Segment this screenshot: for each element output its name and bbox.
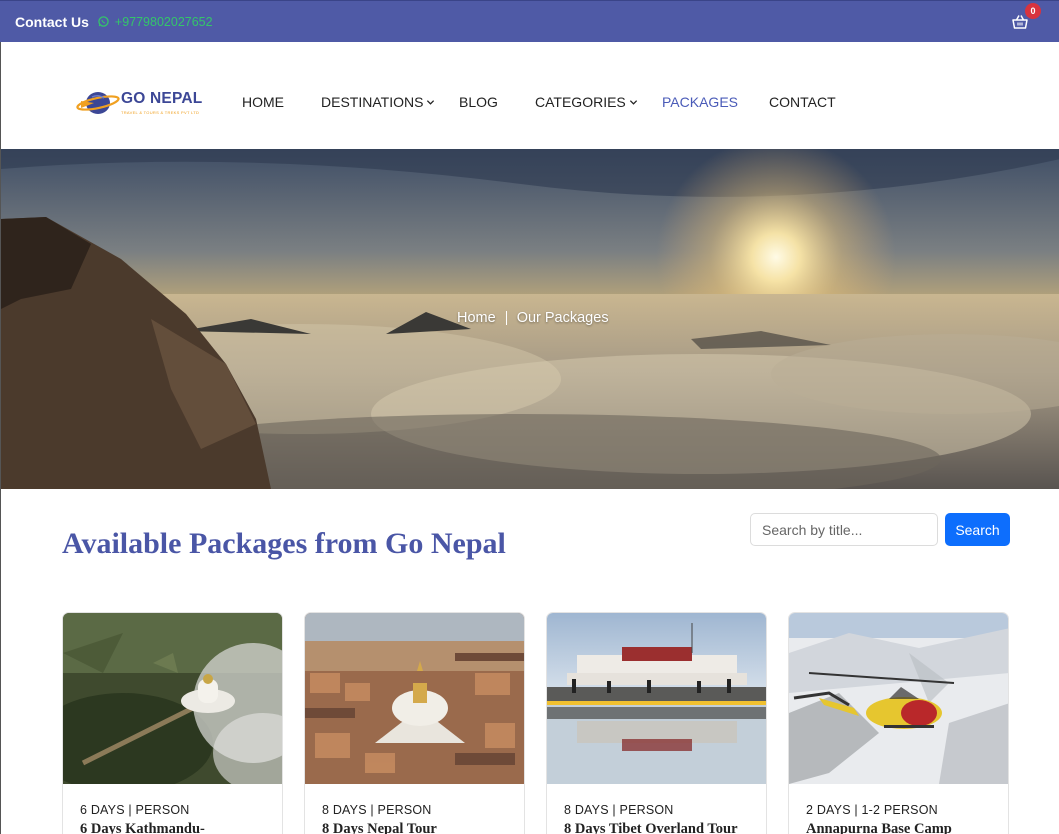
nav-label: CONTACT	[769, 94, 836, 110]
package-meta: 6 DAYS | PERSON	[80, 803, 190, 817]
contact-us-label: Contact Us	[15, 13, 89, 30]
site-header: GO NEPAL TRAVEL & TOURS & TREKS PVT LTD …	[0, 42, 1059, 149]
package-card[interactable]: 2 DAYS | 1-2 PERSON Annapurna Base Camp	[788, 612, 1009, 834]
logo[interactable]: GO NEPAL TRAVEL & TOURS & TREKS PVT LTD	[76, 86, 206, 118]
package-title[interactable]: 8 Days Tibet Overland Tour	[564, 821, 738, 834]
package-meta: 8 DAYS | PERSON	[322, 803, 432, 817]
logo-title: GO NEPAL	[121, 90, 203, 107]
nav-contact[interactable]: CONTACT	[769, 94, 836, 110]
nav-packages[interactable]: PACKAGES	[662, 94, 738, 110]
breadcrumb: Home Our Packages	[457, 310, 609, 326]
window-edge	[0, 489, 1, 834]
package-image[interactable]	[789, 613, 1008, 784]
phone-link[interactable]: +9779802027652	[115, 15, 213, 29]
breadcrumb-separator	[505, 311, 507, 325]
nav-destinations[interactable]: DESTINATIONS	[321, 94, 435, 110]
nav-label: CATEGORIES	[535, 94, 626, 110]
chevron-down-icon	[427, 99, 435, 105]
package-meta: 2 DAYS | 1-2 PERSON	[806, 803, 938, 817]
nav-home[interactable]: HOME	[242, 94, 284, 110]
package-title[interactable]: 6 Days Kathmandu-	[80, 821, 205, 834]
package-meta: 8 DAYS | PERSON	[564, 803, 674, 817]
package-card[interactable]: 8 DAYS | PERSON 8 Days Tibet Overland To…	[546, 612, 767, 834]
package-title[interactable]: Annapurna Base Camp	[806, 821, 952, 834]
nav-blog[interactable]: BLOG	[459, 94, 498, 110]
nav-categories[interactable]: CATEGORIES	[535, 94, 638, 110]
globe-plane-icon	[76, 92, 120, 114]
search-input[interactable]	[750, 513, 938, 546]
package-image[interactable]	[547, 613, 766, 784]
package-image[interactable]	[305, 613, 524, 784]
page-title: Available Packages from Go Nepal	[62, 527, 506, 560]
top-bar: Contact Us +9779802027652 0	[0, 0, 1059, 42]
hero-banner: Home Our Packages	[0, 149, 1059, 489]
search-button[interactable]: Search	[945, 513, 1010, 546]
breadcrumb-current: Our Packages	[516, 310, 609, 326]
package-title[interactable]: 8 Days Nepal Tour	[322, 821, 437, 834]
logo-subtitle: TRAVEL & TOURS & TREKS PVT LTD	[121, 110, 200, 115]
nav-label: PACKAGES	[662, 94, 738, 110]
package-card[interactable]: 8 DAYS | PERSON 8 Days Nepal Tour	[304, 612, 525, 834]
chevron-down-icon	[629, 99, 637, 105]
package-card[interactable]: 6 DAYS | PERSON 6 Days Kathmandu-	[62, 612, 283, 834]
nav-label: HOME	[242, 94, 284, 110]
nav-label: BLOG	[459, 94, 498, 110]
whatsapp-icon	[98, 16, 109, 27]
nav-label: DESTINATIONS	[321, 94, 424, 110]
breadcrumb-home-link[interactable]: Home	[457, 310, 496, 326]
cart-count-badge: 0	[1025, 3, 1041, 19]
package-image[interactable]	[63, 613, 282, 784]
